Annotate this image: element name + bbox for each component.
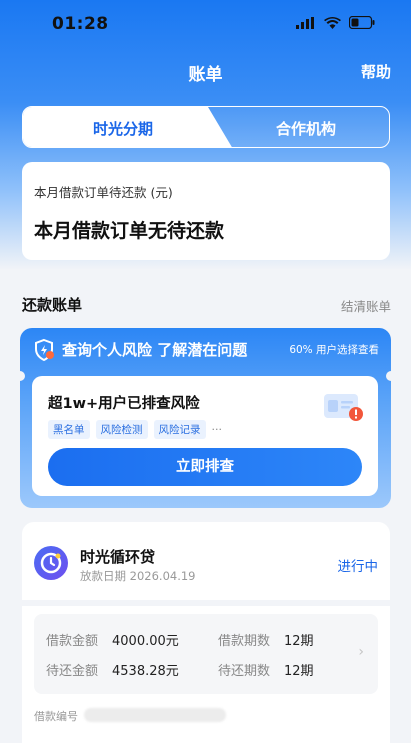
shield-icon (35, 338, 54, 362)
loan-details-panel[interactable]: 借款金额 4000.00元 借款期数 12期 待还金额 4538.28元 待还期… (34, 614, 378, 694)
pending-periods-label: 待还期数 (218, 664, 271, 679)
page-title: 账单 (188, 65, 223, 85)
divider (22, 600, 390, 606)
loan-card[interactable]: 时光循环贷 放款日期 2026.04.19 进行中 借款金额 4000.00元 … (22, 522, 390, 743)
status-time: 01:28 (52, 14, 109, 34)
status-icons (296, 16, 375, 29)
repayment-bill-title: 还款账单 (22, 296, 83, 314)
periods-value: 12期 (284, 634, 314, 649)
risk-banner-title: 查询个人风险 了解潜在问题 (62, 341, 248, 359)
amount-label: 借款金额 (46, 634, 99, 649)
signal-icon (296, 16, 314, 29)
risk-tag: 风险记录 (153, 420, 206, 439)
risk-tags: 黑名单 风险检测 风险记录 ··· (48, 420, 222, 439)
status-bar: 01:28 (0, 0, 411, 48)
periods-label: 借款期数 (218, 634, 271, 649)
id-card-warning-icon (324, 394, 363, 421)
loan-release-date: 放款日期 2026.04.19 (80, 569, 196, 583)
amount-value: 4000.00元 (112, 634, 179, 649)
help-link[interactable]: 帮助 (361, 61, 391, 82)
wifi-icon (324, 16, 341, 29)
loan-status-badge: 进行中 (337, 559, 379, 575)
card-notch-left (20, 371, 25, 381)
risk-tag: 黑名单 (48, 420, 90, 439)
loan-product-name: 时光循环贷 (80, 548, 156, 566)
settled-bills-link[interactable]: 结清账单 (341, 296, 391, 315)
pending-amount-value: 4538.28元 (112, 664, 179, 679)
monthly-due-card: 本月借款订单待还款 (元) 本月借款订单无待还款 (22, 162, 390, 260)
loan-product-logo (34, 546, 68, 580)
pending-amount-label: 待还金额 (46, 664, 99, 679)
risk-inner-title: 超1w+用户已排查风险 (48, 396, 200, 412)
pending-periods-value: 12期 (284, 664, 314, 679)
header: 账单 帮助 (0, 52, 411, 88)
risk-check-banner[interactable]: 查询个人风险 了解潜在问题 60% 用户选择查看 超1w+用户已排查风险 黑名单… (20, 328, 391, 508)
card-notch-right (386, 371, 391, 381)
battery-icon (349, 16, 375, 29)
check-now-button[interactable]: 立即排查 (48, 448, 362, 486)
risk-tags-more: ··· (211, 423, 223, 436)
tab-bar: 时光分期 合作机构 (22, 106, 390, 148)
tab-partner-institutions[interactable]: 合作机构 (223, 118, 389, 139)
tab-shiguang-fenqi-label[interactable]: 时光分期 (23, 118, 223, 139)
chevron-right-icon: › (358, 644, 364, 660)
loan-number-redacted (84, 708, 226, 722)
due-message: 本月借款订单无待还款 (34, 220, 225, 242)
due-subtitle: 本月借款订单待还款 (元) (34, 185, 173, 200)
loan-number-label: 借款编号 (34, 710, 78, 723)
risk-banner-note: 60% 用户选择查看 (289, 344, 379, 356)
risk-tag: 风险检测 (95, 420, 148, 439)
clock-logo-icon (40, 552, 62, 574)
risk-inner-card: 超1w+用户已排查风险 黑名单 风险检测 风险记录 ··· 立即排查 (32, 376, 378, 496)
